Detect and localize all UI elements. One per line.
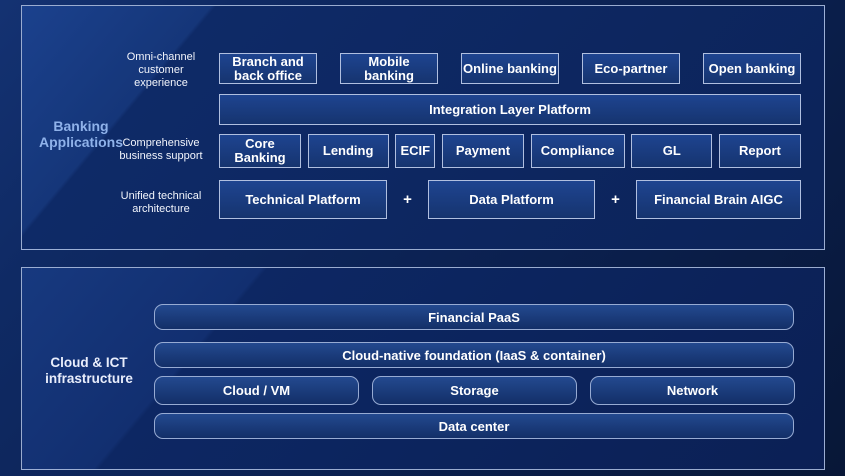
banking-applications-panel: Banking Applications Omni-channel custom… xyxy=(21,5,825,250)
box-data-platform: Data Platform xyxy=(428,180,595,219)
resources-row: Cloud / VM Storage Network xyxy=(154,376,795,405)
omni-channel-row: Branch and back office Mobile banking On… xyxy=(219,53,801,84)
box-gl: GL xyxy=(631,134,712,168)
bar-financial-paas: Financial PaaS xyxy=(154,304,794,330)
row-label-technical-architecture: Unified technical architecture xyxy=(106,190,216,216)
box-cloud-vm: Cloud / VM xyxy=(154,376,359,405)
row-label-business-support: Comprehensive business support xyxy=(106,137,216,163)
box-technical-platform: Technical Platform xyxy=(219,180,387,219)
bar-cloud-native-foundation: Cloud-native foundation (IaaS & containe… xyxy=(154,342,794,368)
architecture-diagram: Banking Applications Omni-channel custom… xyxy=(0,0,845,476)
box-core-banking: Core Banking xyxy=(219,134,301,168)
business-support-row: Core Banking Lending ECIF Payment Compli… xyxy=(219,134,801,168)
box-eco-partner: Eco-partner xyxy=(582,53,680,84)
cloud-ict-title: Cloud & ICT infrastructure xyxy=(28,355,150,387)
bar-data-center: Data center xyxy=(154,413,794,439)
technical-architecture-row: Technical Platform + Data Platform + Fin… xyxy=(219,180,801,219)
box-online-banking: Online banking xyxy=(461,53,559,84)
box-lending: Lending xyxy=(308,134,389,168)
cloud-ict-panel: Cloud & ICT infrastructure Financial Paa… xyxy=(21,267,825,470)
box-compliance: Compliance xyxy=(531,134,625,168)
box-financial-brain-aigc: Financial Brain AIGC xyxy=(636,180,801,219)
box-ecif: ECIF xyxy=(395,134,435,168)
box-network: Network xyxy=(590,376,795,405)
box-open-banking: Open banking xyxy=(703,53,801,84)
integration-layer-platform-bar: Integration Layer Platform xyxy=(219,94,801,125)
box-storage: Storage xyxy=(372,376,577,405)
row-label-omni-channel: Omni-channel customer experience xyxy=(106,51,216,90)
plus-separator: + xyxy=(387,180,428,219)
plus-separator: + xyxy=(595,180,636,219)
box-branch-back-office: Branch and back office xyxy=(219,53,317,84)
box-mobile-banking: Mobile banking xyxy=(340,53,438,84)
box-report: Report xyxy=(719,134,801,168)
box-payment: Payment xyxy=(442,134,524,168)
